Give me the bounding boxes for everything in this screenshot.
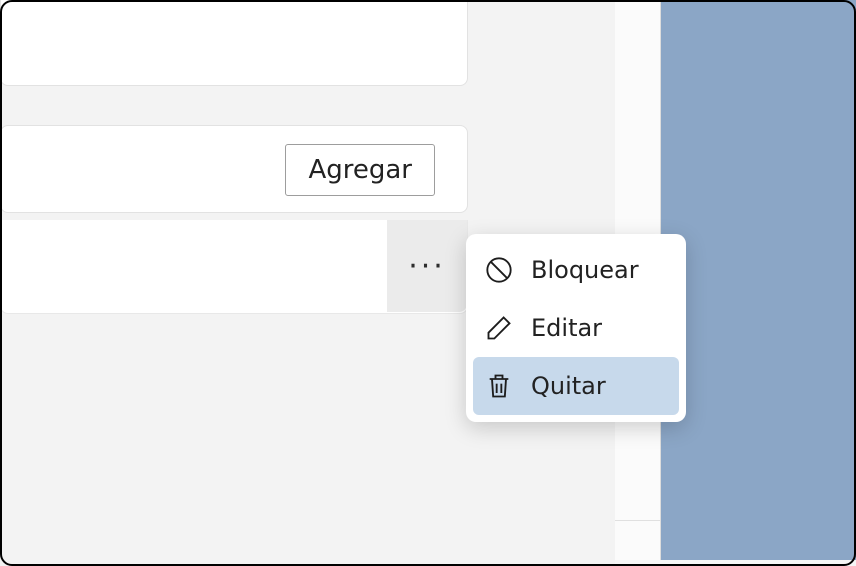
menu-item-block[interactable]: Bloquear xyxy=(473,241,679,299)
pencil-icon xyxy=(485,314,513,342)
menu-item-label: Quitar xyxy=(531,372,606,400)
trash-icon xyxy=(485,372,513,400)
add-button[interactable]: Agregar xyxy=(285,144,435,196)
panel-section-top xyxy=(0,0,468,86)
app-viewport: Agregar ··· Bloquear Editar xyxy=(0,0,856,566)
more-icon: ··· xyxy=(408,249,446,284)
context-menu: Bloquear Editar Quitar xyxy=(466,234,686,422)
block-icon xyxy=(485,256,513,284)
add-item-row: Agregar xyxy=(0,125,468,213)
more-options-button[interactable]: ··· xyxy=(387,220,467,312)
add-button-label: Agregar xyxy=(308,155,412,185)
menu-item-label: Editar xyxy=(531,314,602,342)
menu-item-edit[interactable]: Editar xyxy=(473,299,679,357)
list-item: ··· xyxy=(0,220,468,314)
menu-item-remove[interactable]: Quitar xyxy=(473,357,679,415)
menu-item-label: Bloquear xyxy=(531,256,639,284)
